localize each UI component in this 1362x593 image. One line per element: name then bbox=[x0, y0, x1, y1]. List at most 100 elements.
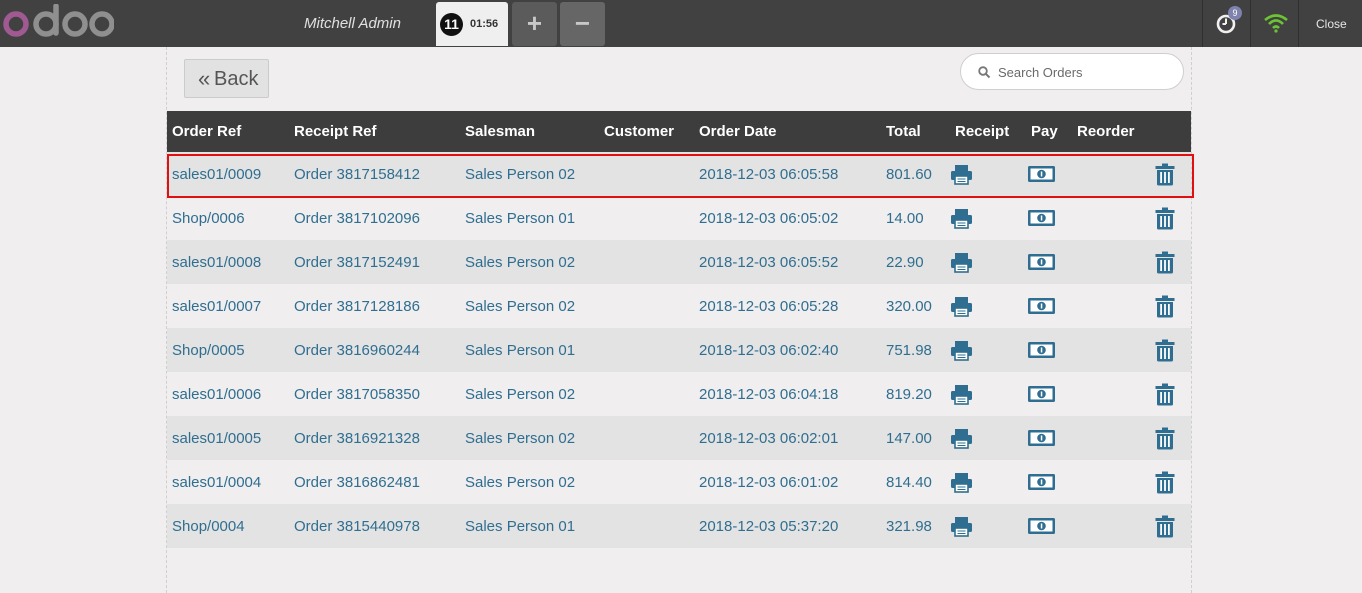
money-icon[interactable] bbox=[1027, 297, 1056, 315]
receipt-cell[interactable] bbox=[950, 284, 1026, 328]
order-row[interactable]: sales01/0005 Order 3816921328 Sales Pers… bbox=[167, 416, 1191, 460]
customer-cell[interactable] bbox=[599, 196, 694, 240]
order-date-cell[interactable]: 2018-12-03 06:05:02 bbox=[694, 196, 881, 240]
trash-icon[interactable] bbox=[1155, 251, 1175, 274]
reorder-cell[interactable] bbox=[1072, 504, 1191, 548]
order-row[interactable]: Shop/0005 Order 3816960244 Sales Person … bbox=[167, 328, 1191, 372]
total-cell[interactable]: 801.60 bbox=[881, 152, 950, 196]
print-icon[interactable] bbox=[950, 340, 973, 361]
salesman-cell[interactable]: Sales Person 01 bbox=[460, 196, 599, 240]
order-row[interactable]: sales01/0004 Order 3816862481 Sales Pers… bbox=[167, 460, 1191, 504]
pay-cell[interactable] bbox=[1026, 240, 1072, 284]
receipt-ref-cell[interactable]: Order 3817128186 bbox=[289, 284, 460, 328]
receipt-ref-cell[interactable]: Order 3815440978 bbox=[289, 504, 460, 548]
receipt-cell[interactable] bbox=[950, 416, 1026, 460]
salesman-cell[interactable]: Sales Person 02 bbox=[460, 372, 599, 416]
trash-icon[interactable] bbox=[1155, 207, 1175, 230]
order-ref-cell[interactable]: sales01/0005 bbox=[167, 416, 289, 460]
salesman-cell[interactable]: Sales Person 02 bbox=[460, 460, 599, 504]
order-date-cell[interactable]: 2018-12-03 06:01:02 bbox=[694, 460, 881, 504]
money-icon[interactable] bbox=[1027, 429, 1056, 447]
print-icon[interactable] bbox=[950, 384, 973, 405]
trash-icon[interactable] bbox=[1155, 515, 1175, 538]
salesman-cell[interactable]: Sales Person 02 bbox=[460, 284, 599, 328]
trash-icon[interactable] bbox=[1155, 339, 1175, 362]
order-row[interactable]: Shop/0004 Order 3815440978 Sales Person … bbox=[167, 504, 1191, 548]
sync-status-button[interactable]: 9 bbox=[1210, 6, 1244, 38]
receipt-cell[interactable] bbox=[950, 504, 1026, 548]
reorder-cell[interactable] bbox=[1072, 328, 1191, 372]
print-icon[interactable] bbox=[950, 252, 973, 273]
cashier-name[interactable]: Mitchell Admin bbox=[304, 15, 401, 32]
back-button[interactable]: « Back bbox=[184, 59, 269, 98]
customer-cell[interactable] bbox=[599, 416, 694, 460]
total-cell[interactable]: 320.00 bbox=[881, 284, 950, 328]
trash-icon[interactable] bbox=[1155, 295, 1175, 318]
money-icon[interactable] bbox=[1027, 385, 1056, 403]
receipt-cell[interactable] bbox=[950, 372, 1026, 416]
trash-icon[interactable] bbox=[1155, 383, 1175, 406]
order-ref-cell[interactable]: Shop/0005 bbox=[167, 328, 289, 372]
customer-cell[interactable] bbox=[599, 460, 694, 504]
customer-cell[interactable] bbox=[599, 284, 694, 328]
money-icon[interactable] bbox=[1027, 165, 1056, 183]
receipt-ref-cell[interactable]: Order 3816960244 bbox=[289, 328, 460, 372]
order-row[interactable]: sales01/0007 Order 3817128186 Sales Pers… bbox=[167, 284, 1191, 328]
money-icon[interactable] bbox=[1027, 473, 1056, 491]
trash-icon[interactable] bbox=[1155, 427, 1175, 450]
receipt-ref-cell[interactable]: Order 3817102096 bbox=[289, 196, 460, 240]
total-cell[interactable]: 22.90 bbox=[881, 240, 950, 284]
receipt-ref-cell[interactable]: Order 3817158412 bbox=[289, 152, 460, 196]
order-date-cell[interactable]: 2018-12-03 06:04:18 bbox=[694, 372, 881, 416]
pay-cell[interactable] bbox=[1026, 328, 1072, 372]
print-icon[interactable] bbox=[950, 428, 973, 449]
order-ref-cell[interactable]: sales01/0008 bbox=[167, 240, 289, 284]
receipt-ref-cell[interactable]: Order 3816921328 bbox=[289, 416, 460, 460]
remove-order-button[interactable]: − bbox=[560, 2, 605, 46]
receipt-ref-cell[interactable]: Order 3816862481 bbox=[289, 460, 460, 504]
salesman-cell[interactable]: Sales Person 01 bbox=[460, 504, 599, 548]
order-date-cell[interactable]: 2018-12-03 05:37:20 bbox=[694, 504, 881, 548]
close-button[interactable]: Close bbox=[1316, 17, 1347, 31]
trash-icon[interactable] bbox=[1155, 471, 1175, 494]
pay-cell[interactable] bbox=[1026, 372, 1072, 416]
order-ref-cell[interactable]: sales01/0004 bbox=[167, 460, 289, 504]
order-row[interactable]: sales01/0009 Order 3817158412 Sales Pers… bbox=[167, 152, 1191, 196]
money-icon[interactable] bbox=[1027, 517, 1056, 535]
order-ref-cell[interactable]: Shop/0006 bbox=[167, 196, 289, 240]
order-row[interactable]: sales01/0008 Order 3817152491 Sales Pers… bbox=[167, 240, 1191, 284]
total-cell[interactable]: 14.00 bbox=[881, 196, 950, 240]
order-date-cell[interactable]: 2018-12-03 06:02:40 bbox=[694, 328, 881, 372]
order-ref-cell[interactable]: sales01/0006 bbox=[167, 372, 289, 416]
total-cell[interactable]: 751.98 bbox=[881, 328, 950, 372]
receipt-cell[interactable] bbox=[950, 240, 1026, 284]
order-row[interactable]: sales01/0006 Order 3817058350 Sales Pers… bbox=[167, 372, 1191, 416]
salesman-cell[interactable]: Sales Person 02 bbox=[460, 152, 599, 196]
customer-cell[interactable] bbox=[599, 372, 694, 416]
reorder-cell[interactable] bbox=[1072, 152, 1191, 196]
customer-cell[interactable] bbox=[599, 328, 694, 372]
reorder-cell[interactable] bbox=[1072, 416, 1191, 460]
money-icon[interactable] bbox=[1027, 209, 1056, 227]
salesman-cell[interactable]: Sales Person 02 bbox=[460, 240, 599, 284]
total-cell[interactable]: 819.20 bbox=[881, 372, 950, 416]
print-icon[interactable] bbox=[950, 516, 973, 537]
pay-cell[interactable] bbox=[1026, 416, 1072, 460]
receipt-ref-cell[interactable]: Order 3817058350 bbox=[289, 372, 460, 416]
print-icon[interactable] bbox=[950, 472, 973, 493]
print-icon[interactable] bbox=[950, 164, 973, 185]
total-cell[interactable]: 814.40 bbox=[881, 460, 950, 504]
order-date-cell[interactable]: 2018-12-03 06:02:01 bbox=[694, 416, 881, 460]
reorder-cell[interactable] bbox=[1072, 372, 1191, 416]
money-icon[interactable] bbox=[1027, 341, 1056, 359]
receipt-ref-cell[interactable]: Order 3817152491 bbox=[289, 240, 460, 284]
pay-cell[interactable] bbox=[1026, 504, 1072, 548]
order-date-cell[interactable]: 2018-12-03 06:05:28 bbox=[694, 284, 881, 328]
customer-cell[interactable] bbox=[599, 240, 694, 284]
receipt-cell[interactable] bbox=[950, 328, 1026, 372]
receipt-cell[interactable] bbox=[950, 460, 1026, 504]
order-ref-cell[interactable]: sales01/0007 bbox=[167, 284, 289, 328]
pay-cell[interactable] bbox=[1026, 152, 1072, 196]
order-ref-cell[interactable]: Shop/0004 bbox=[167, 504, 289, 548]
total-cell[interactable]: 147.00 bbox=[881, 416, 950, 460]
